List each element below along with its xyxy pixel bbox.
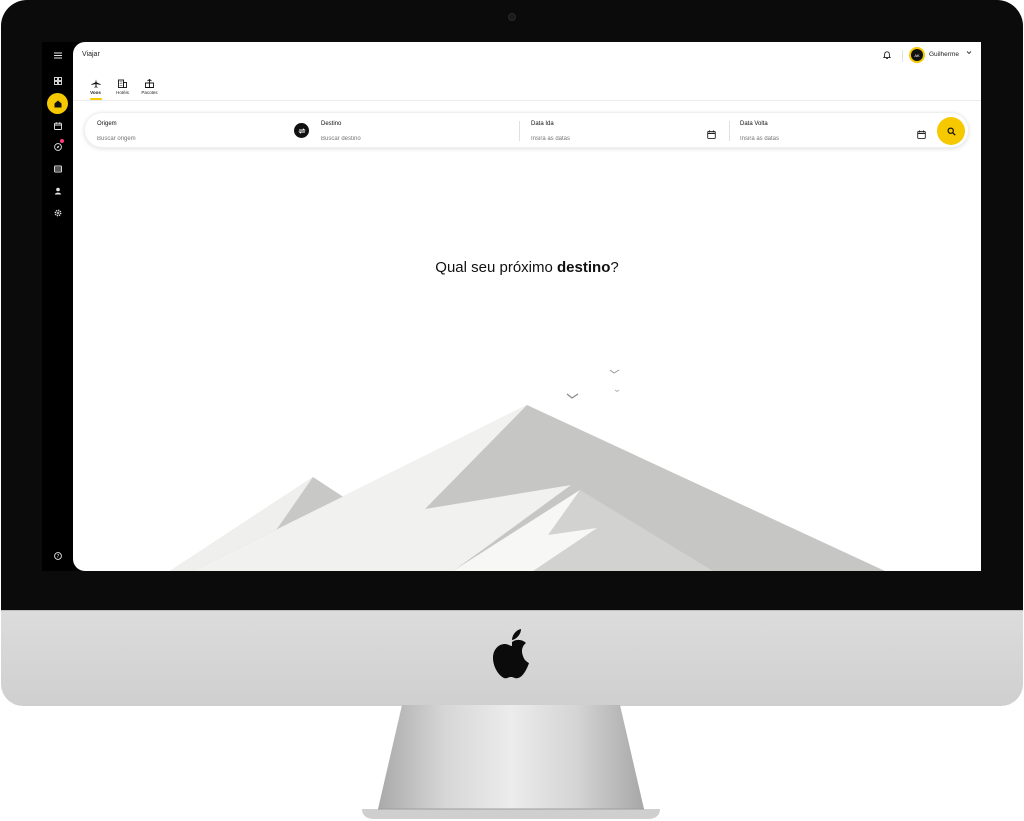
mountains-illustration: [170, 369, 885, 571]
topbar-divider: [902, 50, 903, 62]
tab-packages[interactable]: Pacotes: [141, 78, 158, 100]
avatar-initials: AK: [911, 49, 923, 61]
menu-icon[interactable]: [49, 47, 66, 64]
tab-label: Pacotes: [141, 90, 158, 95]
user-icon[interactable]: [49, 182, 66, 199]
chevron-down-icon[interactable]: [966, 50, 972, 57]
card-icon[interactable]: [49, 160, 66, 177]
compass-icon[interactable]: [49, 138, 66, 155]
headline-suffix: ?: [610, 259, 619, 276]
topbar: Viajar AK Guilherme: [73, 42, 981, 70]
travel-tabs: Voos Hotéis Pacotes: [87, 78, 158, 100]
calendar-icon[interactable]: [917, 126, 926, 139]
search-button[interactable]: [937, 117, 965, 145]
help-icon[interactable]: ?: [49, 547, 66, 564]
origin-label: Origem: [97, 121, 117, 127]
monitor-stand: [362, 705, 660, 819]
swap-icon: [297, 127, 306, 134]
notification-badge: [59, 138, 65, 144]
bird-icon: [609, 369, 620, 374]
return-date-label: Data Volta: [740, 121, 768, 127]
destination-input[interactable]: [321, 136, 481, 142]
tab-label: Voos: [90, 90, 101, 95]
calendar-icon[interactable]: [49, 117, 66, 134]
departure-date-label: Data Ida: [531, 121, 554, 127]
search-icon: [947, 127, 956, 136]
swap-button[interactable]: [294, 123, 309, 138]
calendar-icon[interactable]: [707, 126, 716, 139]
camera-icon: [508, 13, 516, 21]
svg-text:?: ?: [56, 553, 59, 559]
apple-logo-icon: [493, 629, 529, 679]
return-date-field: Data Volta: [740, 121, 900, 145]
destination-label: Destino: [321, 121, 342, 127]
origin-field: Origem: [97, 121, 257, 145]
user-name[interactable]: Guilherme: [929, 51, 959, 58]
dashboard-icon[interactable]: [49, 72, 66, 89]
settings-icon[interactable]: [49, 204, 66, 221]
imac-mockup: ? Viajar AK Guilherme Voos Hotéis Pacote…: [0, 0, 1024, 821]
bell-icon[interactable]: [881, 49, 893, 61]
sidebar: ?: [42, 42, 73, 571]
plane-icon: [90, 78, 101, 88]
departure-date-input[interactable]: [531, 136, 691, 142]
tab-flights[interactable]: Voos: [87, 78, 104, 100]
origin-input[interactable]: [97, 136, 257, 142]
field-divider: [519, 121, 520, 141]
headline-bold: destino: [557, 259, 611, 276]
screen: ? Viajar AK Guilherme Voos Hotéis Pacote…: [42, 42, 981, 571]
headline-prefix: Qual seu próximo: [435, 259, 558, 276]
flight-search-bar: Origem Destino Data Ida: [84, 112, 969, 148]
package-icon: [145, 78, 154, 88]
bird-icon: [566, 393, 579, 399]
departure-date-field: Data Ida: [531, 121, 691, 145]
tab-label: Hotéis: [116, 90, 129, 95]
tab-hotels[interactable]: Hotéis: [114, 78, 131, 100]
home-icon[interactable]: [47, 93, 68, 114]
destination-field: Destino: [321, 121, 481, 145]
return-date-input[interactable]: [740, 136, 900, 142]
tabs-divider: [73, 100, 981, 101]
field-divider: [729, 121, 730, 141]
headline: Qual seu próximo destino?: [73, 259, 981, 276]
avatar[interactable]: AK: [909, 47, 925, 63]
hotel-icon: [118, 78, 127, 88]
app-title: Viajar: [82, 51, 100, 58]
bird-icon: [614, 389, 620, 392]
main-content: Viajar AK Guilherme Voos Hotéis Pacotes …: [73, 42, 981, 571]
